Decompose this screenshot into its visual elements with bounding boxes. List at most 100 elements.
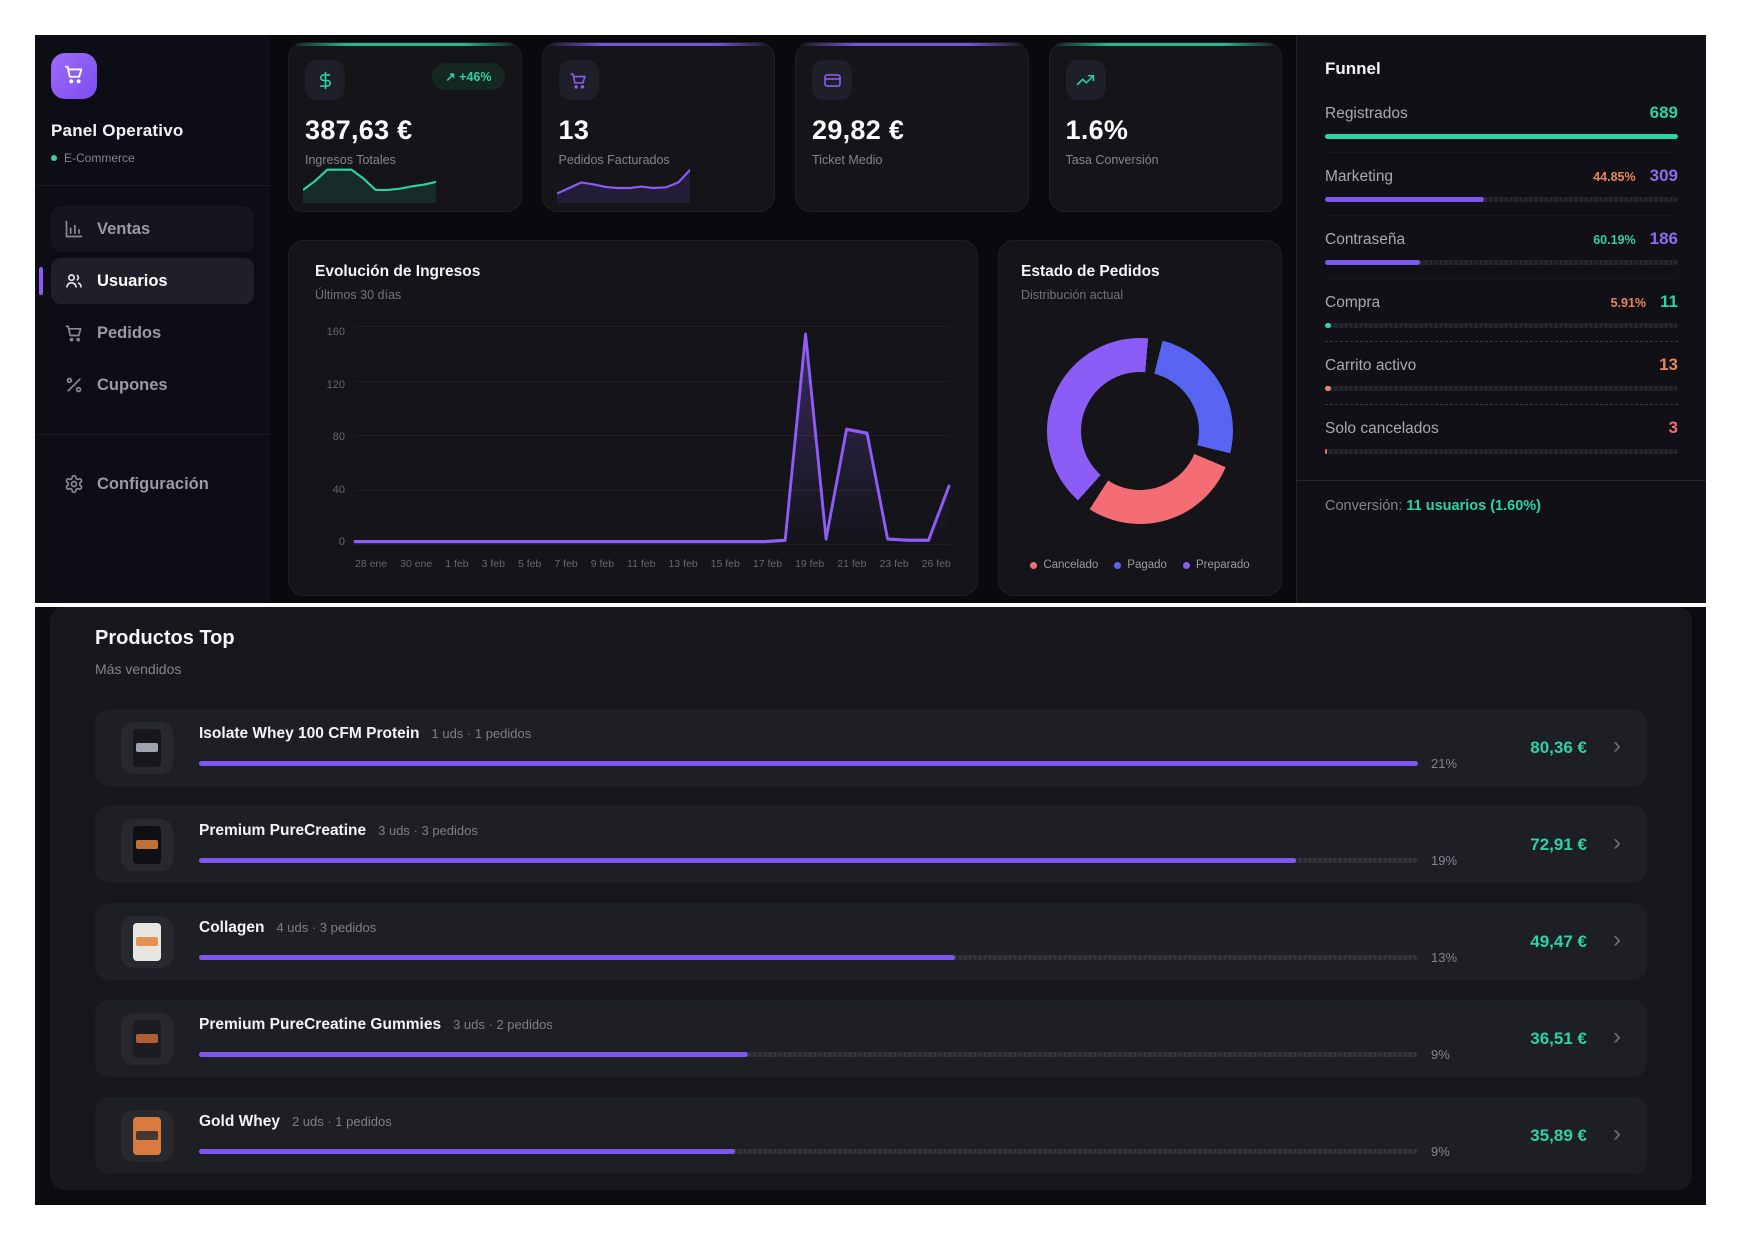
products-list: Isolate Whey 100 CFM Protein 1 uds · 1 p… [95, 709, 1647, 1174]
product-bar [199, 955, 1418, 960]
product-share: 9% [1431, 1047, 1467, 1062]
product-name: Isolate Whey 100 CFM Protein [199, 725, 420, 743]
funnel-bar [1325, 260, 1678, 265]
kpi-row: ↗ +46% 387,63 € Ingresos Totales 13 Pedi… [288, 42, 1282, 212]
kpi-card-conversion: 1.6% Tasa Conversión [1049, 42, 1283, 212]
funnel-item-carrito-activo: Carrito activo 13 [1325, 355, 1678, 405]
users-icon [64, 271, 84, 291]
funnel-item-compra: Compra 5.91% 11 [1325, 292, 1678, 342]
kpi-value: 1.6% [1066, 115, 1266, 146]
product-bar [199, 1149, 1418, 1154]
funnel-title: Funnel [1325, 59, 1678, 79]
product-row-isolate-whey[interactable]: Isolate Whey 100 CFM Protein 1 uds · 1 p… [95, 709, 1647, 786]
product-name: Premium PureCreatine Gummies [199, 1016, 441, 1034]
app-subtitle: E-Commerce [51, 151, 254, 165]
sidebar-item-configuracion[interactable]: Configuración [51, 461, 254, 507]
donut-hole [1081, 372, 1199, 490]
sidebar-divider-2 [35, 434, 270, 435]
product-meta: 3 uds · 2 pedidos [453, 1017, 553, 1032]
funnel-item-registrados: Registrados 689 [1325, 103, 1678, 153]
accent-line [1050, 43, 1282, 46]
revenue-line-chart-card: Evolución de Ingresos Últimos 30 días 16… [288, 240, 978, 596]
product-share: 19% [1431, 853, 1467, 868]
percent-icon [64, 375, 84, 395]
funnel-bar [1325, 323, 1678, 328]
x-axis-labels: 28 ene30 ene1 feb3 feb5 feb7 feb9 feb11 … [355, 558, 951, 570]
product-meta: 3 uds · 3 pedidos [378, 823, 478, 838]
sidebar: Panel Operativo E-Commerce Ventas [35, 35, 270, 603]
product-share: 13% [1431, 950, 1467, 965]
sidebar-item-pedidos[interactable]: Pedidos [51, 310, 254, 356]
donut-zone [1021, 302, 1259, 559]
product-bar [199, 761, 1418, 766]
funnel-item-solo-cancelados: Solo cancelados 3 [1325, 418, 1678, 467]
product-row-purecreatine[interactable]: Premium PureCreatine 3 uds · 3 pedidos 1… [95, 806, 1647, 883]
chevron-right-icon[interactable]: › [1613, 831, 1621, 855]
sidebar-item-ventas[interactable]: Ventas [51, 206, 254, 252]
funnel-conversion-summary: Conversión: 11 usuarios (1.60%) [1297, 480, 1706, 531]
chart-title: Estado de Pedidos [1021, 263, 1259, 281]
donut-legend: Cancelado Pagado Preparado [1021, 559, 1259, 573]
legend-item-preparado[interactable]: Preparado [1183, 559, 1250, 571]
credit-card-icon [812, 60, 852, 100]
chevron-right-icon[interactable]: › [1613, 1025, 1621, 1049]
product-name: Collagen [199, 919, 264, 937]
app-logo [51, 53, 97, 99]
sidebar-divider [35, 185, 270, 186]
legend-item-cancelado[interactable]: Cancelado [1030, 559, 1098, 571]
dollar-icon [305, 60, 345, 100]
main-content: ↗ +46% 387,63 € Ingresos Totales 13 Pedi… [270, 35, 1296, 603]
product-row-collagen[interactable]: Collagen 4 uds · 3 pedidos 13% 49,47 € › [95, 903, 1647, 980]
product-bar [199, 858, 1418, 863]
product-image [121, 722, 173, 774]
kpi-label: Ticket Medio [812, 153, 1012, 167]
dashboard-top: Panel Operativo E-Commerce Ventas [35, 35, 1706, 603]
product-revenue: 49,47 € [1483, 932, 1587, 952]
kpi-card-ticket: 29,82 € Ticket Medio [795, 42, 1029, 212]
kpi-card-ingresos: ↗ +46% 387,63 € Ingresos Totales [288, 42, 522, 212]
chart-subtitle: Distribución actual [1021, 288, 1259, 302]
trend-badge: ↗ +46% [432, 63, 504, 90]
sparkline [557, 163, 690, 203]
dashboard-page: Panel Operativo E-Commerce Ventas [0, 0, 1748, 1240]
accent-line [543, 43, 775, 46]
cart-icon [559, 60, 599, 100]
legend-item-pagado[interactable]: Pagado [1114, 559, 1167, 571]
product-revenue: 80,36 € [1483, 738, 1587, 758]
top-products-card: Productos Top Más vendidos Isolate Whey … [50, 607, 1692, 1190]
active-indicator [39, 267, 43, 295]
product-bar [199, 1052, 1418, 1057]
cart-icon [64, 323, 84, 343]
y-axis-labels: 16012080400 [315, 322, 345, 544]
product-row-purecreatine-gummies[interactable]: Premium PureCreatine Gummies 3 uds · 2 p… [95, 1000, 1647, 1077]
gear-icon [64, 474, 84, 494]
app-title: Panel Operativo [51, 121, 254, 141]
charts-row: Evolución de Ingresos Últimos 30 días 16… [288, 240, 1282, 596]
cart-logo-icon [63, 63, 85, 90]
product-revenue: 35,89 € [1483, 1126, 1587, 1146]
kpi-value: 13 [559, 115, 759, 146]
chevron-right-icon[interactable]: › [1613, 734, 1621, 758]
plot-area [355, 326, 949, 544]
chevron-right-icon[interactable]: › [1613, 1122, 1621, 1146]
product-row-gold-whey[interactable]: Gold Whey 2 uds · 1 pedidos 9% 35,89 € › [95, 1097, 1647, 1174]
product-meta: 1 uds · 1 pedidos [432, 726, 532, 741]
sidebar-nav: Ventas Usuarios Pedidos [51, 206, 254, 507]
line-chart: 16012080400 [315, 322, 951, 570]
product-meta: 2 uds · 1 pedidos [292, 1114, 392, 1129]
product-image [121, 819, 173, 871]
funnel-bar [1325, 386, 1678, 391]
chevron-right-icon[interactable]: › [1613, 928, 1621, 952]
bar-chart-icon [64, 219, 84, 239]
product-share: 9% [1431, 1144, 1467, 1159]
sidebar-item-usuarios[interactable]: Usuarios [51, 258, 254, 304]
funnel-bar [1325, 449, 1678, 454]
accent-line [289, 43, 521, 46]
donut-chart [1047, 338, 1233, 524]
kpi-value: 387,63 € [305, 115, 505, 146]
sparkline [303, 163, 436, 203]
sidebar-item-cupones[interactable]: Cupones [51, 362, 254, 408]
kpi-value: 29,82 € [812, 115, 1012, 146]
funnel-bar [1325, 134, 1678, 139]
funnel-panel: Funnel Registrados 689 Marketing 44.85% … [1296, 35, 1706, 603]
